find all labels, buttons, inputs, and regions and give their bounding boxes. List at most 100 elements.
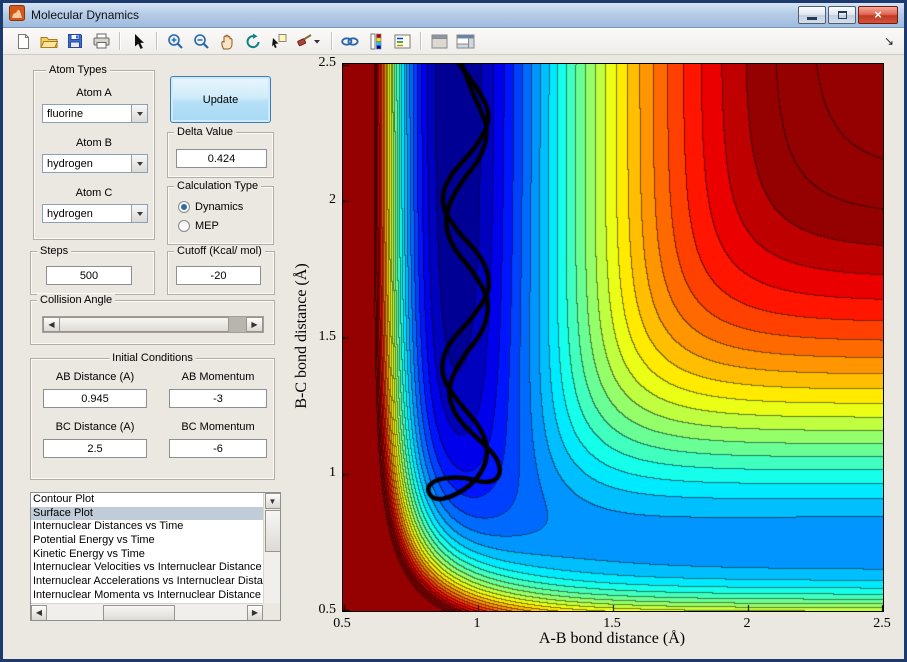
- plot-type-listbox[interactable]: Contour Plot Surface Plot Internuclear Dis…: [30, 492, 281, 621]
- ab-momentum-field[interactable]: -3: [169, 389, 267, 408]
- delta-value-field[interactable]: 0.424: [176, 149, 267, 168]
- panel-title: Initial Conditions: [109, 352, 196, 365]
- y-tick-label: 0.5: [318, 602, 337, 617]
- rotate-3d-icon: [246, 33, 259, 48]
- dock-figure-icon[interactable]: ↘: [884, 34, 894, 48]
- collision-angle-slider[interactable]: ◀ ▶: [42, 316, 264, 333]
- new-figure-button[interactable]: [11, 30, 35, 53]
- colorbar-icon: [370, 33, 382, 49]
- update-button-label: Update: [202, 93, 239, 106]
- slider-left-arrow[interactable]: ◀: [43, 317, 60, 332]
- radio-dynamics[interactable]: Dynamics: [178, 201, 243, 213]
- x-tick-label: 0.5: [333, 616, 351, 631]
- bc-distance-a--field[interactable]: 2.5: [43, 439, 147, 458]
- panel-title: Atom Types: [46, 64, 110, 77]
- hand-icon: [221, 34, 233, 49]
- slider-thumb[interactable]: [59, 317, 229, 332]
- y-tick-label: 2: [329, 191, 336, 207]
- zoom-in-button[interactable]: [163, 30, 187, 53]
- radio-circle-icon: [178, 220, 190, 232]
- horizontal-scroll-thumb[interactable]: [103, 604, 175, 620]
- minimize-button[interactable]: [798, 6, 826, 24]
- scroll-right-arrow[interactable]: ▶: [247, 604, 263, 620]
- new-file-icon: [17, 33, 29, 49]
- x-tick-label: 1: [473, 616, 481, 631]
- hide-plot-tools-icon: [431, 34, 447, 48]
- atom-c-dropdown[interactable]: hydrogen: [42, 204, 148, 223]
- titlebar[interactable]: Molecular Dynamics ×: [3, 3, 904, 28]
- open-file-button[interactable]: [37, 30, 61, 53]
- calculation-type-panel: Calculation Type Dynamics MEP: [167, 180, 274, 245]
- chevron-down-icon: [136, 112, 143, 119]
- list-item[interactable]: Kinetic Energy vs Time: [31, 548, 263, 562]
- list-item[interactable]: Contour Plot: [31, 493, 263, 507]
- vertical-scrollbar[interactable]: ▲ ▼: [263, 493, 280, 603]
- pes-contour-plot[interactable]: [342, 63, 884, 612]
- list-item[interactable]: Surface Plot: [31, 506, 263, 521]
- list-item[interactable]: Internuclear Distances vs Time: [31, 520, 263, 534]
- minimize-icon: [807, 17, 817, 20]
- insert-legend-button[interactable]: [390, 30, 414, 53]
- zoom-out-button[interactable]: [189, 30, 213, 53]
- y-tick-label: 1: [329, 465, 336, 481]
- matlab-icon: [9, 4, 25, 26]
- hide-plot-tools-button[interactable]: [427, 30, 451, 53]
- vertical-scroll-thumb[interactable]: [264, 510, 280, 552]
- cutoff-field[interactable]: -20: [176, 266, 261, 285]
- atom-field-label: Atom A: [76, 87, 112, 99]
- legend-icon: [394, 34, 410, 48]
- show-plot-tools-button[interactable]: [453, 30, 477, 53]
- update-button[interactable]: Update: [170, 76, 271, 123]
- scroll-left-arrow[interactable]: ◀: [31, 604, 47, 620]
- edit-plot-button[interactable]: [126, 30, 150, 53]
- slider-right-arrow[interactable]: ▶: [246, 317, 263, 332]
- list-item[interactable]: Potential Energy vs Time: [31, 534, 263, 548]
- horizontal-scrollbar[interactable]: ◀ ▶: [31, 603, 263, 620]
- brush-data-button[interactable]: [293, 30, 325, 53]
- bc-momentum-field[interactable]: -6: [169, 439, 267, 458]
- list-item[interactable]: Internuclear Velocities vs Internuclear …: [31, 561, 263, 575]
- radio-dot: [181, 204, 187, 210]
- toolbar-separator: [119, 32, 120, 50]
- rotate-3d-button[interactable]: [241, 30, 265, 53]
- initial-conditions-panel: Initial Conditions AB Distance (A) 0.945 A…: [30, 352, 275, 480]
- steps-panel: Steps 500: [30, 245, 155, 295]
- atom-b-dropdown[interactable]: hydrogen: [42, 154, 148, 173]
- insert-colorbar-button[interactable]: [364, 30, 388, 53]
- dropdown-arrow-button[interactable]: [131, 155, 147, 172]
- dropdown-value: hydrogen: [47, 207, 93, 220]
- list-item[interactable]: Internuclear Momenta vs Internuclear Dis…: [31, 589, 263, 603]
- toolbar-separator: [156, 32, 157, 50]
- close-icon: ×: [874, 7, 882, 22]
- atom-a-dropdown[interactable]: fluorine: [42, 104, 148, 123]
- y-tick-label: 2.5: [318, 55, 337, 70]
- maximize-button[interactable]: [828, 6, 856, 24]
- close-button[interactable]: ×: [858, 6, 898, 24]
- brush-icon: [297, 34, 320, 47]
- data-cursor-button[interactable]: [267, 30, 291, 53]
- ab-distance-a--field[interactable]: 0.945: [43, 389, 147, 408]
- scrollbar-corner: [263, 603, 280, 620]
- save-figure-button[interactable]: [63, 30, 87, 53]
- window-title: Molecular Dynamics: [31, 8, 140, 22]
- dropdown-arrow-button[interactable]: [131, 105, 147, 122]
- data-cursor-icon: [272, 34, 287, 48]
- ic-field-label: AB Distance (A): [55, 371, 135, 383]
- show-plot-tools-icon: [456, 34, 474, 48]
- radio-mep[interactable]: MEP: [178, 220, 219, 232]
- radio-label: MEP: [195, 220, 219, 232]
- pan-button[interactable]: [215, 30, 239, 53]
- application-window: Molecular Dynamics × ↘ Atom Types Atom A…: [0, 0, 907, 662]
- delta-value-panel: Delta Value 0.424: [167, 126, 274, 178]
- list-item[interactable]: Internuclear Accelerations vs Internucle…: [31, 575, 263, 589]
- list-items: Contour Plot Surface Plot Internuclear Dis…: [31, 493, 263, 603]
- ic-field-label: BC Momentum: [181, 421, 255, 433]
- print-figure-button[interactable]: [89, 30, 113, 53]
- dropdown-arrow-button[interactable]: [131, 205, 147, 222]
- maximize-icon: [837, 11, 847, 19]
- link-plot-button[interactable]: [338, 30, 362, 53]
- scroll-down-arrow[interactable]: ▼: [264, 493, 280, 509]
- steps-field[interactable]: 500: [46, 266, 132, 285]
- x-tick-label: 2: [743, 616, 751, 631]
- zoom-out-icon: [193, 33, 209, 49]
